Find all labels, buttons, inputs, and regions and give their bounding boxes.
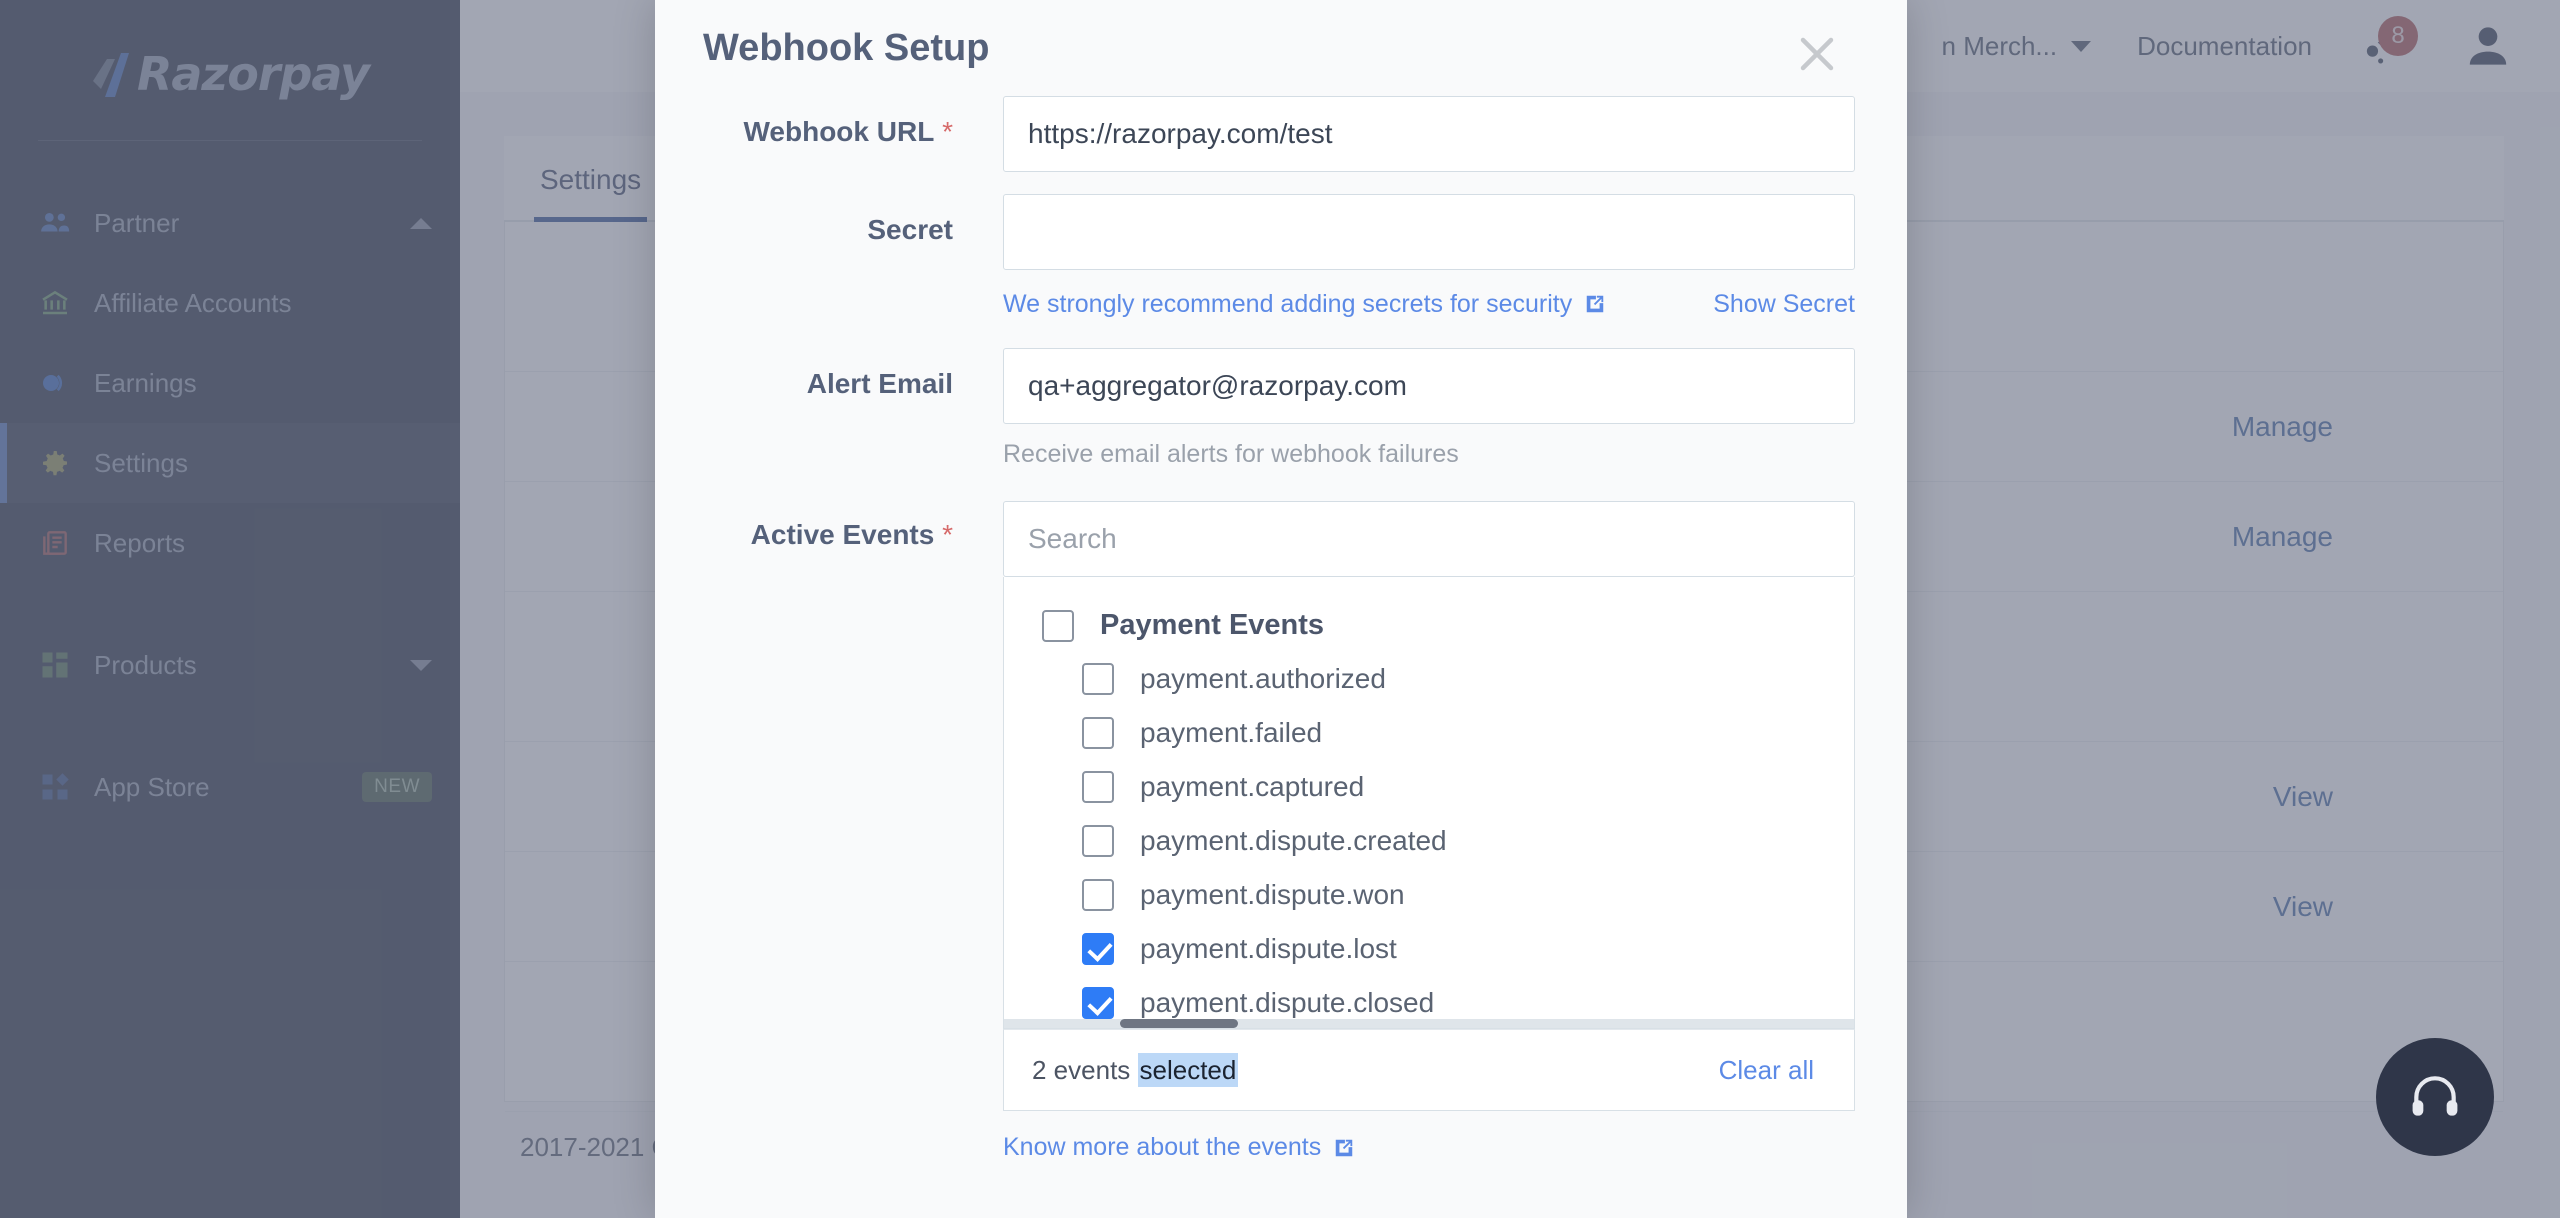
- label-text: Active Events: [750, 519, 935, 550]
- field-alert-email: Alert Email Receive email alerts for web…: [703, 348, 1855, 469]
- modal-body: Webhook URL * Secret We strongly recomme…: [655, 96, 1907, 1162]
- events-list[interactable]: Payment Events payment.authorized paymen…: [1003, 577, 1855, 1029]
- event-label: payment.authorized: [1140, 663, 1386, 694]
- app-root: Razorpay Partner Affiliate Accounts: [0, 0, 2560, 1218]
- list-item[interactable]: payment.dispute.created: [1004, 814, 1854, 868]
- secret-input[interactable]: [1003, 194, 1855, 270]
- field-active-events: Active Events * Payment Events: [703, 499, 1855, 1162]
- event-checkbox[interactable]: [1082, 717, 1114, 749]
- selected-count-prefix: 2 events: [1032, 1054, 1138, 1085]
- link-text: We strongly recommend adding secrets for…: [1003, 289, 1573, 318]
- event-checkbox[interactable]: [1082, 987, 1114, 1019]
- show-secret-button[interactable]: Show Secret: [1713, 290, 1855, 319]
- event-group-label: Payment Events: [1100, 609, 1325, 641]
- headset-icon: [2412, 1076, 2458, 1116]
- clear-all-button[interactable]: Clear all: [1719, 1055, 1814, 1086]
- event-checkbox[interactable]: [1082, 663, 1114, 695]
- label-text: Secret: [867, 214, 953, 245]
- selected-count-highlight: selected: [1137, 1052, 1239, 1087]
- group-checkbox[interactable]: [1042, 609, 1074, 642]
- field-secret: Secret We strongly recommend adding secr…: [703, 194, 1855, 324]
- webhook-url-label: Webhook URL *: [703, 96, 1003, 148]
- event-checkbox[interactable]: [1082, 771, 1114, 803]
- secret-recommendation-link[interactable]: We strongly recommend adding secrets for…: [1003, 290, 1606, 319]
- link-text: Know more about the events: [1003, 1133, 1322, 1161]
- events-search-wrap: [1003, 501, 1855, 577]
- field-webhook-url: Webhook URL *: [703, 96, 1855, 172]
- event-group-payment-events[interactable]: Payment Events: [1004, 599, 1854, 652]
- list-item[interactable]: payment.dispute.won: [1004, 868, 1854, 922]
- required-asterisk: *: [934, 116, 953, 147]
- required-asterisk: *: [934, 519, 953, 550]
- know-more-link[interactable]: Know more about the events: [1003, 1133, 1355, 1162]
- alert-email-label: Alert Email: [703, 348, 1003, 400]
- alert-email-helper: Receive email alerts for webhook failure…: [1003, 440, 1459, 468]
- secret-helper-row: We strongly recommend adding secrets for…: [1003, 284, 1855, 324]
- know-more-row: Know more about the events: [1003, 1133, 1855, 1162]
- secret-label: Secret: [703, 194, 1003, 246]
- events-footer: 2 events selected Clear all: [1003, 1029, 1855, 1111]
- list-item[interactable]: payment.failed: [1004, 706, 1854, 760]
- external-link-icon: [1333, 1137, 1355, 1159]
- webhook-url-input[interactable]: [1003, 96, 1855, 172]
- list-item[interactable]: payment.authorized: [1004, 652, 1854, 706]
- event-checkbox[interactable]: [1082, 933, 1114, 965]
- label-text: Alert Email: [806, 368, 953, 399]
- event-label: payment.dispute.created: [1140, 825, 1447, 856]
- event-checkbox[interactable]: [1082, 879, 1114, 911]
- list-item[interactable]: payment.captured: [1004, 760, 1854, 814]
- event-checkbox[interactable]: [1082, 825, 1114, 857]
- list-item[interactable]: payment.dispute.lost: [1004, 922, 1854, 976]
- webhook-setup-modal: Webhook Setup Webhook URL * Secre: [655, 0, 1907, 1218]
- event-label: payment.dispute.won: [1140, 879, 1405, 910]
- label-text: Webhook URL: [743, 116, 935, 147]
- horizontal-scrollbar[interactable]: [1120, 1019, 1238, 1028]
- show-secret-label: Show Secret: [1713, 289, 1855, 318]
- event-label: payment.dispute.lost: [1140, 933, 1397, 964]
- selected-count: 2 events selected: [1032, 1052, 1239, 1087]
- support-chat-button[interactable]: [2376, 1038, 2494, 1156]
- close-icon[interactable]: [1789, 26, 1845, 82]
- events-search-input[interactable]: [1003, 501, 1855, 577]
- external-link-icon: [1584, 293, 1606, 315]
- active-events-label: Active Events *: [703, 499, 1003, 551]
- alert-email-input[interactable]: [1003, 348, 1855, 424]
- event-label: payment.dispute.closed: [1140, 987, 1435, 1018]
- modal-header: Webhook Setup: [655, 0, 1907, 96]
- event-label: payment.captured: [1140, 771, 1365, 802]
- modal-title: Webhook Setup: [703, 26, 990, 69]
- event-label: payment.failed: [1140, 717, 1323, 748]
